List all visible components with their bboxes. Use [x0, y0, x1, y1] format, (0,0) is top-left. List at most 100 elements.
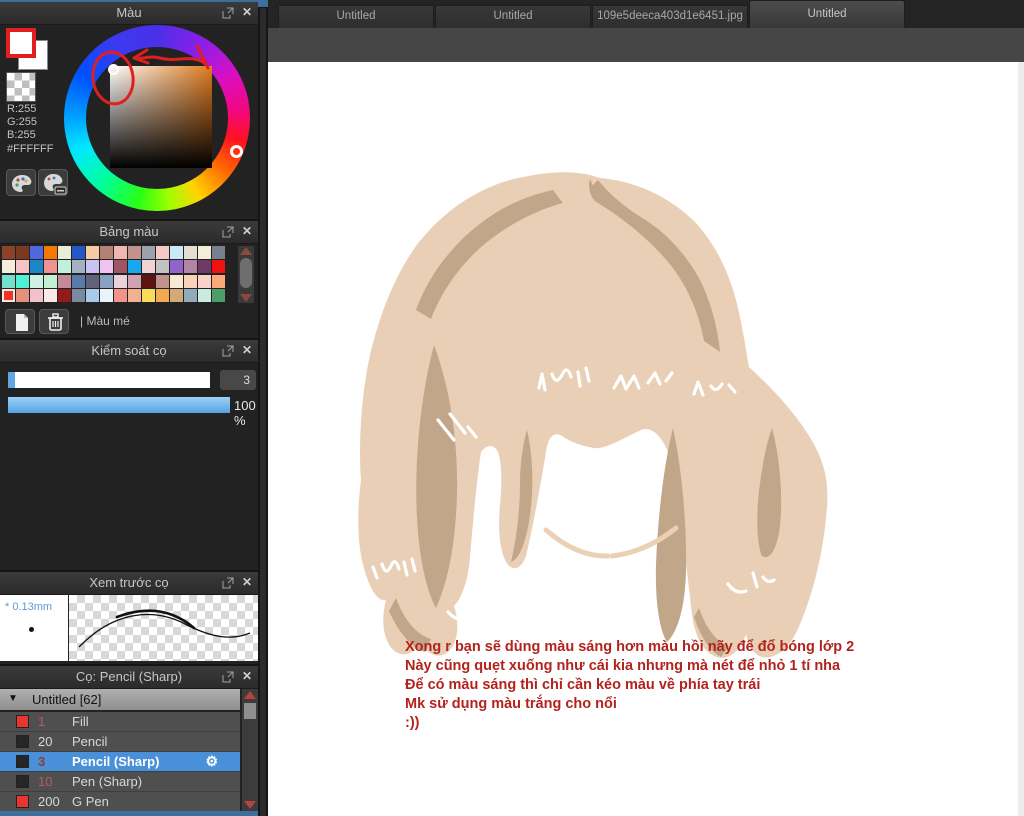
palette-swatch-22[interactable] — [86, 260, 99, 273]
palette-swatch-15[interactable] — [212, 246, 225, 259]
palette-swatch-16[interactable] — [2, 260, 15, 273]
palette-swatch-57[interactable] — [128, 289, 141, 302]
brush-group-row[interactable]: ▼ Untitled [62] — [0, 689, 240, 710]
brush-row-pencil[interactable]: 20Pencil — [0, 732, 240, 752]
document-tab-2[interactable]: 109e5deeca403d1e6451.jpg — [592, 5, 748, 28]
scrollbar-thumb[interactable] — [240, 258, 252, 288]
close-icon[interactable]: ✕ — [242, 575, 252, 589]
saturation-value-square[interactable] — [110, 66, 212, 168]
transparent-color-swatch[interactable] — [6, 72, 36, 102]
close-icon[interactable]: ✕ — [242, 224, 252, 238]
palette-swatch-44[interactable] — [170, 275, 183, 288]
palette-swatch-10[interactable] — [142, 246, 155, 259]
panel-column-scrollbar[interactable] — [258, 0, 268, 816]
close-icon[interactable]: ✕ — [242, 5, 252, 19]
palette-swatch-13[interactable] — [184, 246, 197, 259]
palette-swatch-4[interactable] — [58, 246, 71, 259]
palette-swatch-40[interactable] — [114, 275, 127, 288]
foreground-color-swatch[interactable] — [6, 28, 36, 58]
brush-size-value[interactable]: 3 — [220, 370, 256, 390]
brush-size-slider[interactable] — [8, 372, 210, 388]
palette-button[interactable] — [6, 169, 36, 196]
brush-row-pen-sharp-[interactable]: 10Pen (Sharp) — [0, 772, 240, 792]
palette-swatch-63[interactable] — [212, 289, 225, 302]
palette-swatch-62[interactable] — [198, 289, 211, 302]
palette-swatch-6[interactable] — [86, 246, 99, 259]
palette-swatch-12[interactable] — [170, 246, 183, 259]
palette-swatch-37[interactable] — [72, 275, 85, 288]
palette-swatch-55[interactable] — [100, 289, 113, 302]
palette-swatch-59[interactable] — [156, 289, 169, 302]
brush-list-scrollbar[interactable] — [242, 689, 258, 811]
palette-swatch-17[interactable] — [16, 260, 29, 273]
palette-swatch-52[interactable] — [58, 289, 71, 302]
palette-swatch-58[interactable] — [142, 289, 155, 302]
drawing-canvas[interactable]: Xong r bạn sẽ dùng màu sáng hơn màu hồi … — [268, 62, 1024, 816]
scroll-up-icon[interactable] — [240, 247, 252, 255]
palette-swatch-49[interactable] — [16, 289, 29, 302]
palette-swatch-18[interactable] — [30, 260, 43, 273]
collapse-icon[interactable]: ▼ — [8, 693, 18, 704]
palette-swatch-43[interactable] — [156, 275, 169, 288]
palette-swatch-24[interactable] — [114, 260, 127, 273]
brush-opacity-slider[interactable] — [8, 397, 230, 413]
palette-swatch-1[interactable] — [16, 246, 29, 259]
palette-swatch-60[interactable] — [170, 289, 183, 302]
delete-palette-button[interactable] — [39, 309, 69, 334]
palette-swatch-2[interactable] — [30, 246, 43, 259]
palette-swatch-47[interactable] — [212, 275, 225, 288]
palette-swatch-35[interactable] — [44, 275, 57, 288]
palette-swatch-19[interactable] — [44, 260, 57, 273]
palette-swatch-3[interactable] — [44, 246, 57, 259]
palette-swatch-39[interactable] — [100, 275, 113, 288]
palette-swatch-8[interactable] — [114, 246, 127, 259]
brush-row-pencil-sharp-[interactable]: 3Pencil (Sharp)⚙ — [0, 752, 240, 772]
popout-icon[interactable] — [222, 226, 234, 238]
palette-swatch-36[interactable] — [58, 275, 71, 288]
scroll-down-icon[interactable] — [240, 294, 252, 302]
palette-swatch-32[interactable] — [2, 275, 15, 288]
palette-swatch-48[interactable] — [2, 289, 15, 302]
scroll-up-icon[interactable] — [244, 691, 256, 699]
brush-settings-gear-icon[interactable]: ⚙ — [205, 753, 218, 770]
palette-scrollbar[interactable] — [238, 246, 254, 303]
palette-swatch-45[interactable] — [184, 275, 197, 288]
document-tab-3[interactable]: Untitled — [749, 0, 905, 28]
palette-swatch-14[interactable] — [198, 246, 211, 259]
document-tab-0[interactable]: Untitled — [278, 5, 434, 28]
palette-swatch-9[interactable] — [128, 246, 141, 259]
scrollbar-thumb[interactable] — [260, 8, 266, 816]
palette-swatch-51[interactable] — [44, 289, 57, 302]
close-icon[interactable]: ✕ — [242, 343, 252, 357]
sv-indicator[interactable] — [108, 64, 119, 75]
palette-swatch-26[interactable] — [142, 260, 155, 273]
canvas-scrollbar[interactable] — [1018, 62, 1024, 816]
hue-indicator[interactable] — [230, 145, 243, 158]
new-palette-button[interactable] — [5, 309, 35, 334]
palette-swatch-50[interactable] — [30, 289, 43, 302]
brush-row-fill[interactable]: 1Fill — [0, 712, 240, 732]
scroll-down-icon[interactable] — [244, 801, 256, 809]
scrollbar-thumb[interactable] — [244, 703, 256, 719]
palette-swatch-33[interactable] — [16, 275, 29, 288]
palette-swatch-7[interactable] — [100, 246, 113, 259]
palette-swatch-42[interactable] — [142, 275, 155, 288]
palette-swatch-11[interactable] — [156, 246, 169, 259]
palette-swatch-23[interactable] — [100, 260, 113, 273]
palette-swatch-31[interactable] — [212, 260, 225, 273]
palette-swatch-41[interactable] — [128, 275, 141, 288]
popout-icon[interactable] — [222, 577, 234, 589]
popout-icon[interactable] — [222, 345, 234, 357]
palette-swatch-53[interactable] — [72, 289, 85, 302]
palette-swatch-28[interactable] — [170, 260, 183, 273]
palette-swatch-56[interactable] — [114, 289, 127, 302]
document-tab-1[interactable]: Untitled — [435, 5, 591, 28]
palette-swatch-38[interactable] — [86, 275, 99, 288]
palette-swatch-20[interactable] — [58, 260, 71, 273]
palette-swatch-25[interactable] — [128, 260, 141, 273]
popout-icon[interactable] — [222, 7, 234, 19]
close-icon[interactable]: ✕ — [242, 669, 252, 683]
palette-swatch-21[interactable] — [72, 260, 85, 273]
brush-row-g-pen[interactable]: 200G Pen — [0, 792, 240, 812]
palette-swatch-46[interactable] — [198, 275, 211, 288]
